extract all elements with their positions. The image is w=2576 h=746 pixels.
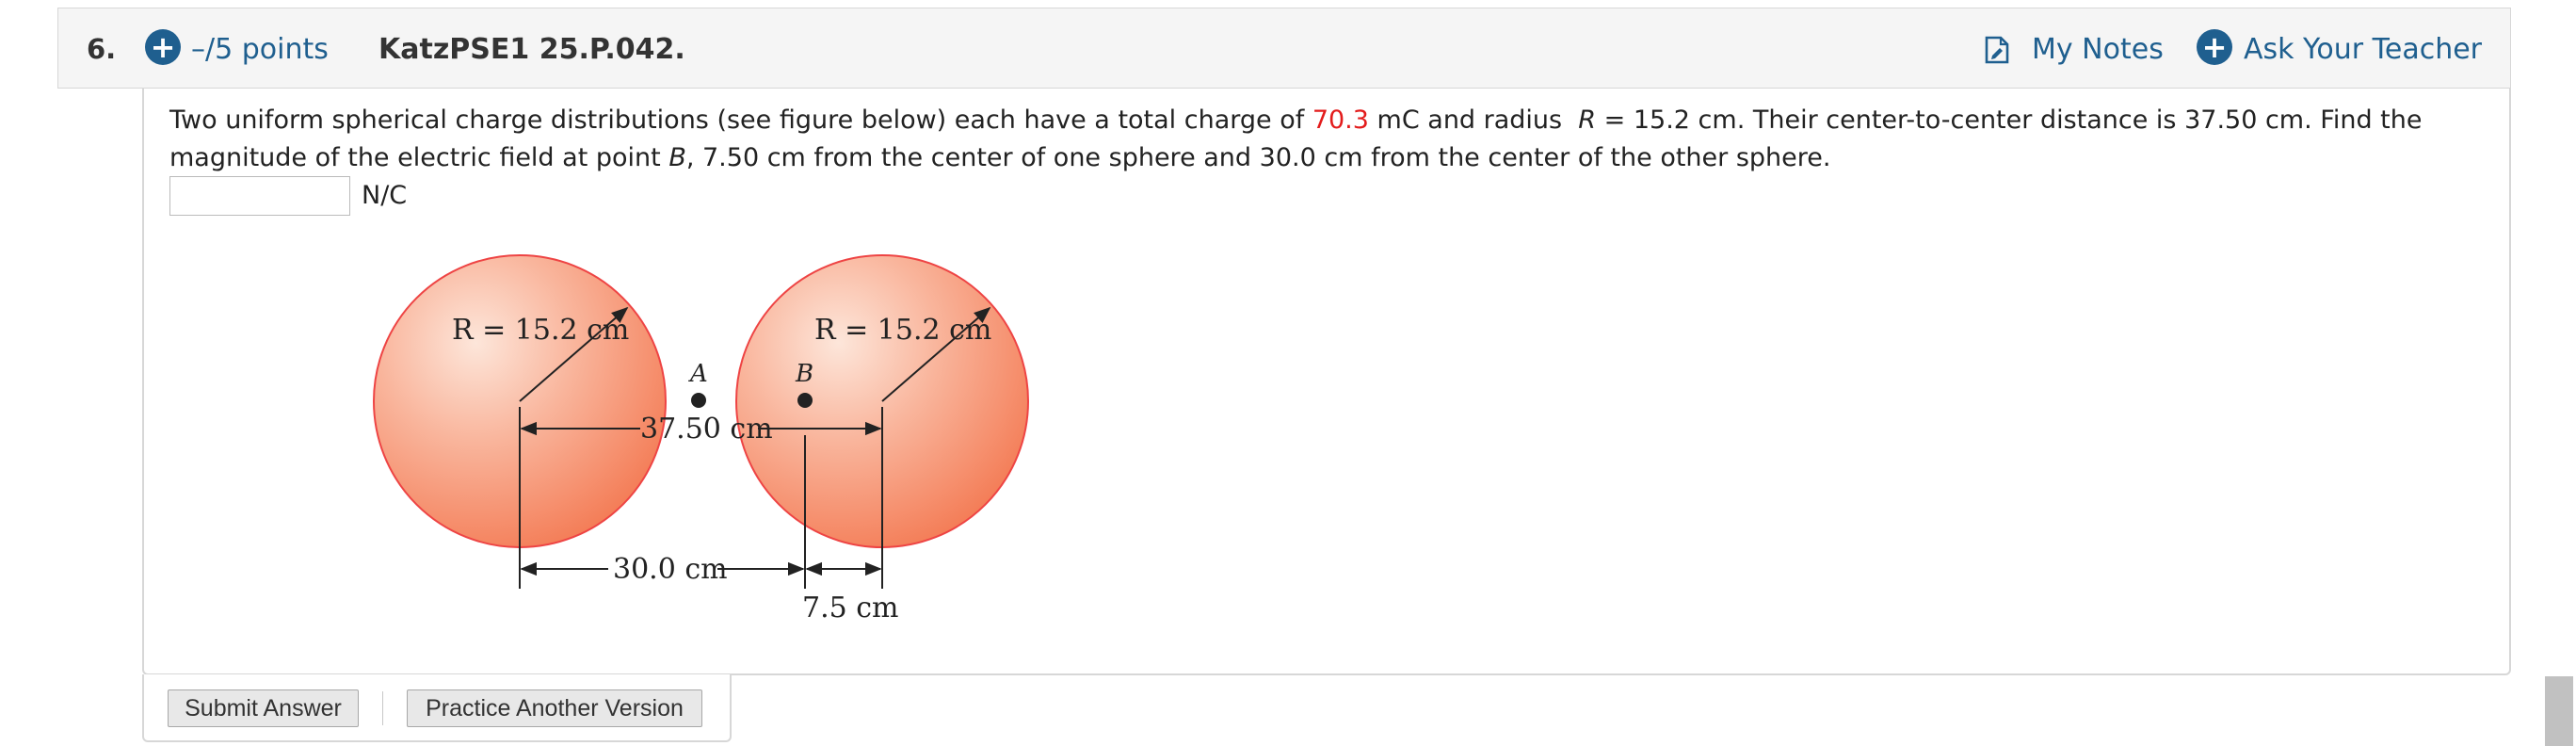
point-a-dot — [691, 393, 706, 408]
answer-unit: N/C — [362, 181, 408, 210]
dist-75-label: 7.5 cm — [802, 592, 899, 624]
my-notes-link[interactable]: My Notes — [2032, 33, 2164, 66]
question-text: Two uniform spherical charge distributio… — [169, 102, 2467, 177]
radius-symbol: R — [1578, 105, 1597, 135]
point-b-label: B — [795, 360, 813, 388]
expand-points-icon[interactable]: + — [145, 29, 181, 65]
left-radius-label: R = 15.2 cm — [452, 314, 629, 347]
submit-answer-button[interactable]: Submit Answer — [168, 689, 359, 727]
question-text-part: Two uniform spherical charge distributio… — [169, 105, 1312, 135]
practice-another-version-button[interactable]: Practice Another Version — [407, 689, 702, 727]
center-distance-label: 37.50 cm — [640, 413, 773, 446]
right-radius-label: R = 15.2 cm — [814, 314, 991, 347]
notes-icon[interactable] — [1984, 36, 2010, 64]
button-divider — [382, 691, 383, 725]
dist-30-label: 30.0 cm — [613, 553, 728, 586]
points-label[interactable]: –/5 points — [191, 33, 329, 66]
answer-input[interactable] — [169, 176, 350, 216]
question-text-part: , 7.50 cm from the center of one sphere … — [685, 143, 1831, 172]
scrollbar-track[interactable] — [2542, 0, 2576, 746]
point-b-dot — [797, 393, 813, 408]
ask-teacher-link[interactable]: Ask Your Teacher — [2244, 33, 2482, 66]
point-symbol: B — [668, 143, 686, 172]
charge-spheres-figure: R = 15.2 cm R = 15.2 cm A B 37.50 cm 30.… — [373, 254, 1029, 624]
charge-value: 70.3 — [1312, 105, 1369, 135]
ask-teacher-plus-icon[interactable]: + — [2197, 29, 2232, 65]
question-text-part: mC and radius — [1368, 105, 1570, 135]
scrollbar-thumb[interactable] — [2545, 676, 2573, 746]
question-id: KatzPSE1 25.P.042. — [378, 33, 685, 66]
point-a-label: A — [688, 360, 708, 388]
question-number: 6. — [87, 33, 117, 65]
